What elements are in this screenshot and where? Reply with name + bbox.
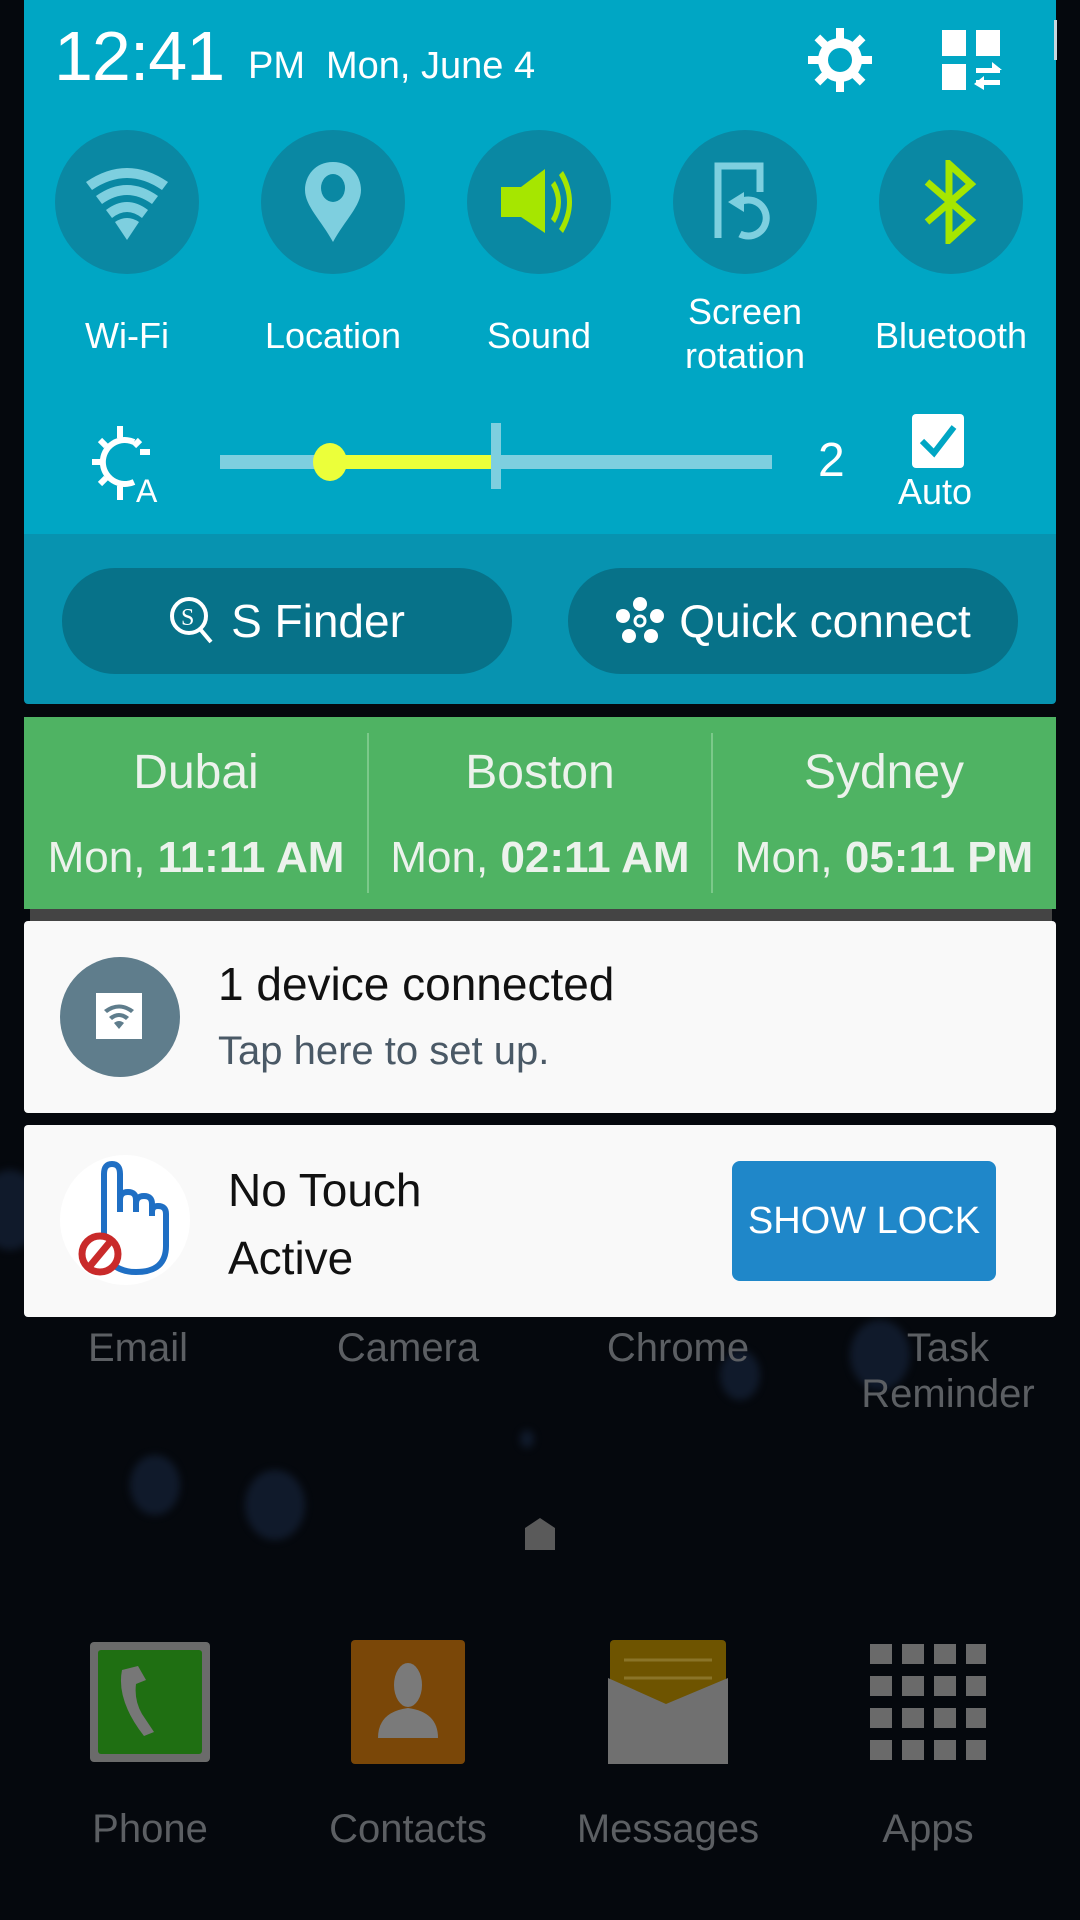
brightness-slider-thumb[interactable]: [313, 443, 348, 481]
dock-label-phone: Phone: [92, 1807, 208, 1851]
notification-subtitle: Active: [228, 1232, 354, 1284]
world-clock-hour: 05:11 PM: [844, 833, 1034, 882]
notification-device-connected[interactable]: 1 device connected Tap here to set up.: [24, 921, 1056, 1113]
notification-subtitle: Tap here to set up.: [218, 1029, 550, 1073]
svg-text:A: A: [136, 473, 158, 504]
app-email[interactable]: Email: [18, 1325, 258, 1371]
app-task-reminder-line1: Task: [906, 1326, 990, 1370]
brightness-slider-fill: [330, 455, 496, 469]
toggle-bluetooth-button[interactable]: [879, 130, 1023, 274]
app-chrome[interactable]: Chrome: [558, 1325, 798, 1371]
world-clock-time: Mon, 11:11 AM: [24, 833, 368, 883]
dock-label-contacts: Contacts: [329, 1807, 487, 1851]
dock-item-contacts[interactable]: Contacts: [308, 1640, 508, 1852]
quick-toggles: Wi-Fi Location Sound Screen rotation Blu…: [24, 130, 1056, 390]
world-clock-boston: Boston Mon, 02:11 AM: [368, 717, 712, 909]
dock-item-phone[interactable]: Phone: [50, 1640, 250, 1852]
quick-connect-icon: [616, 597, 665, 643]
bokeh-decoration: [130, 1455, 180, 1515]
show-lock-button[interactable]: SHOW LOCK: [732, 1161, 996, 1281]
world-clock-city: Boston: [465, 746, 615, 799]
world-clock-city: Dubai: [133, 746, 259, 799]
app-camera[interactable]: Camera: [288, 1325, 528, 1371]
toggle-label: Sound: [486, 315, 592, 356]
svg-text:S: S: [181, 605, 194, 631]
notification-no-touch[interactable]: No Touch Active SHOW LOCK: [24, 1125, 1056, 1317]
status-ampm: PM: [248, 45, 305, 87]
toggle-screen-rotation-button[interactable]: [673, 130, 817, 274]
notification-title: 1 device connected: [218, 958, 615, 1010]
status-date[interactable]: Mon, June 4: [326, 44, 535, 88]
dock: Phone Contacts Messages Apps: [0, 1640, 1080, 1880]
toggle-wifi-button[interactable]: [55, 130, 199, 274]
world-clock-dubai: Dubai Mon, 11:11 AM: [24, 717, 368, 909]
brightness-auto-level-marker: [491, 423, 501, 489]
world-clock-city: Sydney: [803, 746, 965, 799]
toggle-sound[interactable]: Sound: [436, 130, 642, 358]
toggle-label: Screen rotation: [642, 290, 848, 378]
brightness-row: A 2 Auto: [24, 410, 1056, 520]
app-task-reminder-line2: Reminder: [861, 1372, 1035, 1416]
checkmark-icon: [919, 425, 957, 458]
home-page-indicator-icon: [525, 1518, 555, 1550]
world-clock-widget[interactable]: Dubai Mon, 11:11 AM Boston Mon, 02:11 AM…: [24, 717, 1056, 909]
gear-icon[interactable]: [804, 24, 876, 96]
quick-connect-label: Quick connect: [679, 595, 971, 647]
toggle-wifi[interactable]: Wi-Fi: [24, 130, 230, 358]
world-clock-sydney: Sydney Mon, 05:11 PM: [712, 717, 1056, 909]
toggle-location-button[interactable]: [261, 130, 405, 274]
world-clock-hour: 11:11 AM: [157, 833, 345, 882]
app-task-reminder[interactable]: Task Reminder: [828, 1325, 1068, 1417]
wifi-icon: [86, 168, 168, 240]
panel-scroll-indicator: [1054, 20, 1057, 60]
world-clock-day: Mon,: [734, 833, 833, 882]
widget-shadow-strip: [30, 909, 1052, 921]
auto-brightness-label: Auto: [898, 471, 973, 512]
s-finder-label: S Finder: [231, 595, 405, 647]
toggle-label: Wi-Fi: [85, 315, 169, 356]
status-time: 12:41: [54, 17, 225, 95]
phone-icon: [90, 1640, 210, 1764]
toggle-label-line1: Screen: [687, 291, 803, 332]
dock-item-messages[interactable]: Messages: [568, 1640, 768, 1852]
quick-connect-button[interactable]: Quick connect: [568, 568, 1018, 674]
auto-brightness-checkbox[interactable]: [912, 414, 964, 468]
speaker-icon: [501, 169, 572, 233]
bokeh-decoration: [520, 1430, 534, 1448]
dock-label-apps: Apps: [882, 1807, 974, 1851]
screen-rotation-icon: [714, 162, 770, 240]
world-clock-day: Mon,: [47, 833, 146, 882]
quick-actions-bar: S S Finder Quick connect: [24, 534, 1056, 704]
toggle-label: Location: [264, 315, 402, 356]
bluetooth-icon: [924, 160, 977, 244]
quick-panel-edit-icon[interactable]: [936, 24, 1008, 96]
toggle-label: Bluetooth: [874, 315, 1028, 356]
brightness-slider[interactable]: [220, 423, 772, 489]
no-touch-hand-icon: [60, 1155, 190, 1285]
toggle-bluetooth[interactable]: Bluetooth: [848, 130, 1054, 358]
toggle-label-line2: rotation: [684, 335, 806, 376]
world-clock-time: Mon, 02:11 AM: [368, 833, 712, 883]
s-finder-button[interactable]: S S Finder: [62, 568, 512, 674]
dock-label-messages: Messages: [576, 1807, 760, 1851]
location-pin-icon: [305, 162, 361, 242]
brightness-value: 2: [818, 434, 845, 487]
toggle-location[interactable]: Location: [230, 130, 436, 358]
toggle-screen-rotation[interactable]: Screen rotation: [642, 130, 848, 378]
messages-icon: [608, 1640, 728, 1764]
s-finder-search-icon: S: [170, 597, 213, 644]
wifi-device-icon: [60, 957, 180, 1077]
world-clock-time: Mon, 05:11 PM: [712, 833, 1056, 883]
auto-brightness-icon: A: [92, 426, 158, 504]
contacts-icon: [348, 1640, 468, 1764]
toggle-sound-button[interactable]: [467, 130, 611, 274]
world-clock-hour: 02:11 AM: [500, 833, 690, 882]
world-clock-day: Mon,: [390, 833, 489, 882]
dock-item-apps[interactable]: Apps: [828, 1640, 1028, 1852]
bokeh-decoration: [245, 1470, 305, 1540]
apps-grid-icon: [868, 1640, 988, 1764]
notification-title: No Touch: [228, 1164, 422, 1216]
quick-panel: 12:41 PM Mon, June 4 Wi-Fi Location Soun…: [24, 0, 1056, 534]
